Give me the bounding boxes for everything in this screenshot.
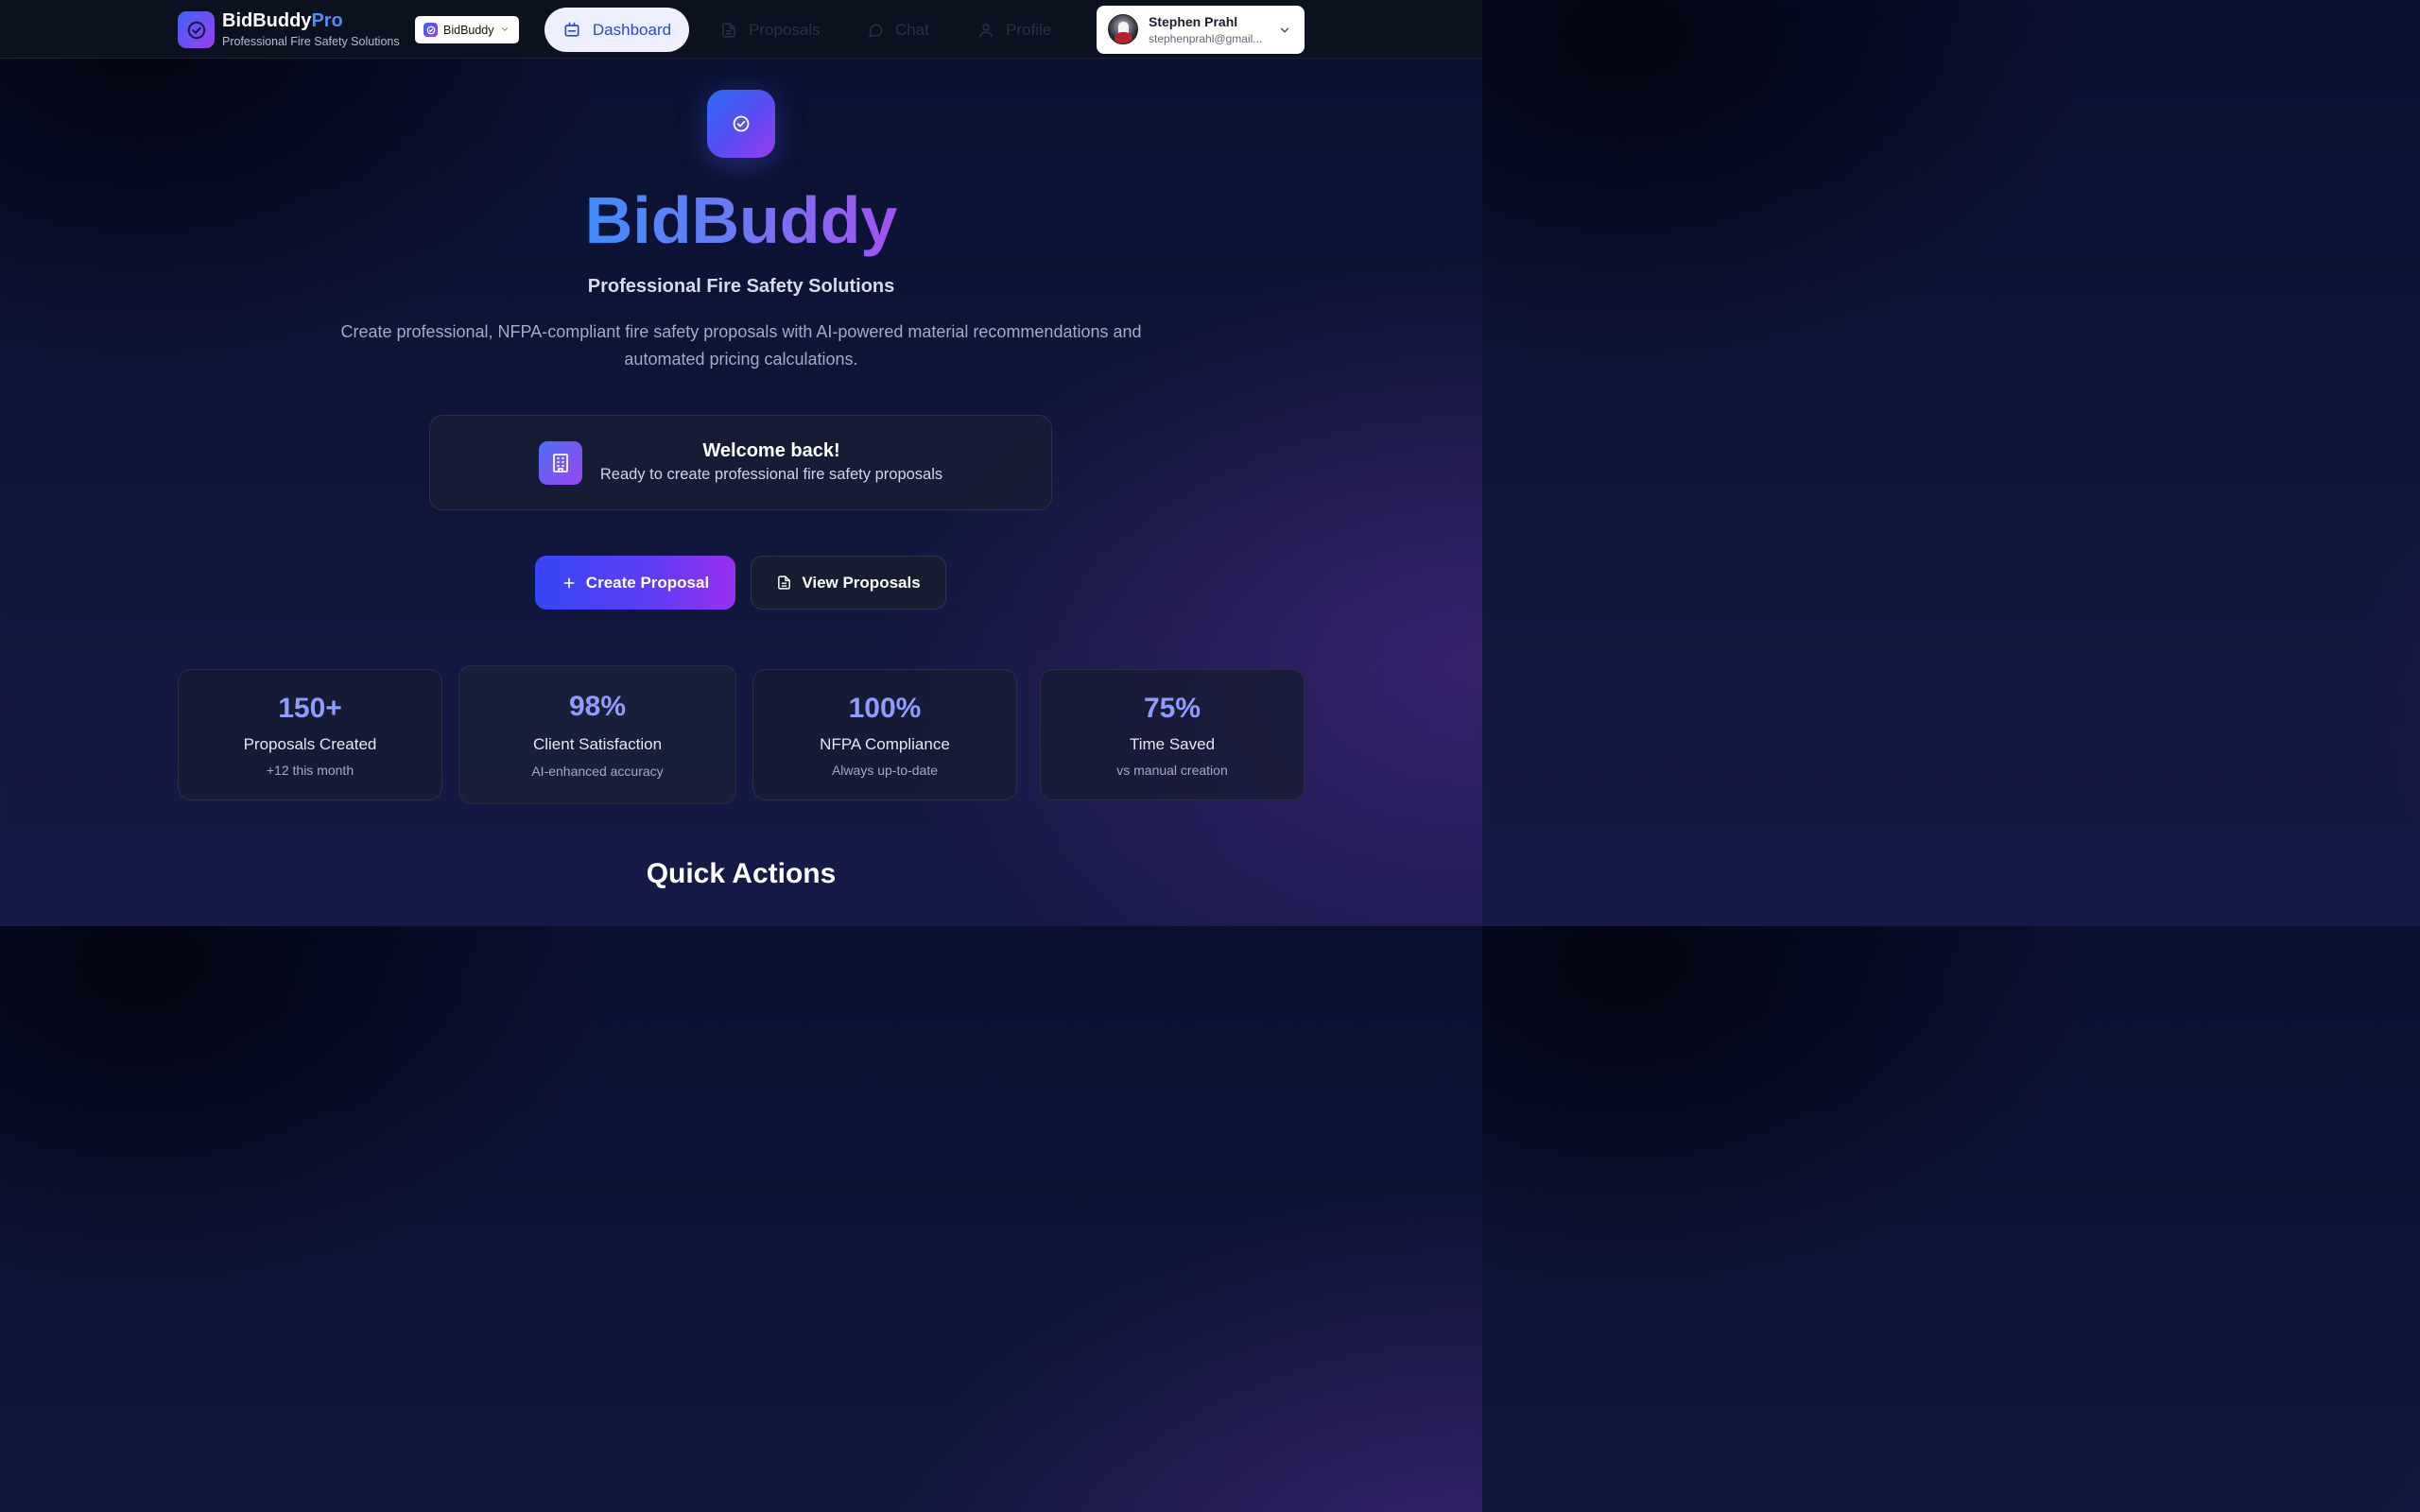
create-proposal-button[interactable]: Create Proposal bbox=[535, 556, 735, 610]
app-logo-icon bbox=[424, 23, 438, 37]
hero-description: Create professional, NFPA-compliant fire… bbox=[340, 322, 1142, 369]
tab-proposals[interactable]: Proposals bbox=[720, 8, 821, 52]
stat-note: AI-enhanced accuracy bbox=[531, 764, 664, 779]
welcome-title: Welcome back! bbox=[702, 440, 840, 461]
view-proposals-button[interactable]: View Proposals bbox=[751, 556, 946, 610]
stat-card-satisfaction: 98% Client Satisfaction AI-enhanced accu… bbox=[458, 665, 736, 804]
user-name: Stephen Prahl bbox=[1149, 14, 1238, 29]
stat-note: +12 this month bbox=[266, 763, 354, 778]
stat-value: 75% bbox=[1143, 693, 1201, 724]
tab-dashboard-label: Dashboard bbox=[592, 20, 672, 39]
app-switcher-label: BidBuddy bbox=[443, 23, 494, 37]
user-menu[interactable]: Stephen Prahl stephenprahl@gmail... bbox=[1097, 6, 1305, 54]
welcome-card: Welcome back! Ready to create profession… bbox=[429, 415, 1052, 510]
brand-tagline: Professional Fire Safety Solutions bbox=[222, 35, 400, 48]
stat-label: Client Satisfaction bbox=[532, 735, 663, 753]
view-proposals-label: View Proposals bbox=[802, 573, 921, 592]
tab-profile[interactable]: Profile bbox=[977, 8, 1051, 52]
tab-chat[interactable]: Chat bbox=[867, 8, 929, 52]
stat-card-time-saved: 75% Time Saved vs manual creation bbox=[1040, 669, 1305, 800]
stat-value: 98% bbox=[568, 691, 627, 722]
user-email: stephenprahl@gmail... bbox=[1149, 32, 1263, 45]
brand-logo[interactable] bbox=[178, 11, 215, 48]
stat-note: Always up-to-date bbox=[831, 763, 939, 778]
hero-title: BidBuddy bbox=[0, 180, 1482, 261]
stat-card-proposals: 150+ Proposals Created +12 this month bbox=[178, 669, 442, 800]
tab-proposals-label: Proposals bbox=[749, 20, 821, 39]
check-circle-icon bbox=[733, 115, 750, 132]
hero-subtitle: Professional Fire Safety Solutions bbox=[587, 276, 895, 297]
hero-title-text: BidBuddy bbox=[584, 183, 898, 257]
tab-profile-label: Profile bbox=[1006, 20, 1052, 39]
building-icon bbox=[553, 454, 568, 472]
chevron-down-icon bbox=[501, 27, 509, 31]
brand-suffix: Pro bbox=[311, 10, 343, 31]
create-proposal-label: Create Proposal bbox=[585, 573, 710, 592]
avatar bbox=[1108, 14, 1138, 44]
chat-icon bbox=[869, 24, 883, 37]
quick-actions-title: Quick Actions bbox=[646, 858, 837, 889]
welcome-icon-box bbox=[539, 441, 582, 485]
hero-logo bbox=[707, 90, 775, 158]
app-switcher-dropdown[interactable]: BidBuddy bbox=[415, 16, 519, 43]
plus-icon bbox=[563, 577, 575, 588]
welcome-text: Ready to create professional fire safety… bbox=[599, 466, 943, 483]
stat-label: Proposals Created bbox=[243, 735, 377, 753]
stat-label: Time Saved bbox=[1129, 735, 1216, 753]
brand-name[interactable]: BidBuddyPro bbox=[222, 10, 343, 32]
document-icon bbox=[722, 23, 735, 37]
top-nav: BidBuddyPro Professional Fire Safety Sol… bbox=[0, 0, 1482, 59]
stat-value: 100% bbox=[848, 693, 922, 724]
stat-card-compliance: 100% NFPA Compliance Always up-to-date bbox=[752, 669, 1017, 800]
brand-name-text: BidBuddy bbox=[222, 10, 312, 31]
stat-label: NFPA Compliance bbox=[820, 735, 950, 753]
dashboard-icon bbox=[564, 22, 579, 37]
tab-dashboard[interactable]: Dashboard bbox=[544, 8, 689, 52]
stat-value: 150+ bbox=[278, 693, 342, 724]
chevron-down-icon bbox=[1280, 27, 1289, 33]
user-icon bbox=[979, 23, 993, 37]
document-icon bbox=[778, 576, 791, 590]
tab-chat-label: Chat bbox=[895, 20, 929, 39]
stat-note: vs manual creation bbox=[1116, 763, 1228, 778]
check-circle-icon bbox=[187, 21, 205, 39]
